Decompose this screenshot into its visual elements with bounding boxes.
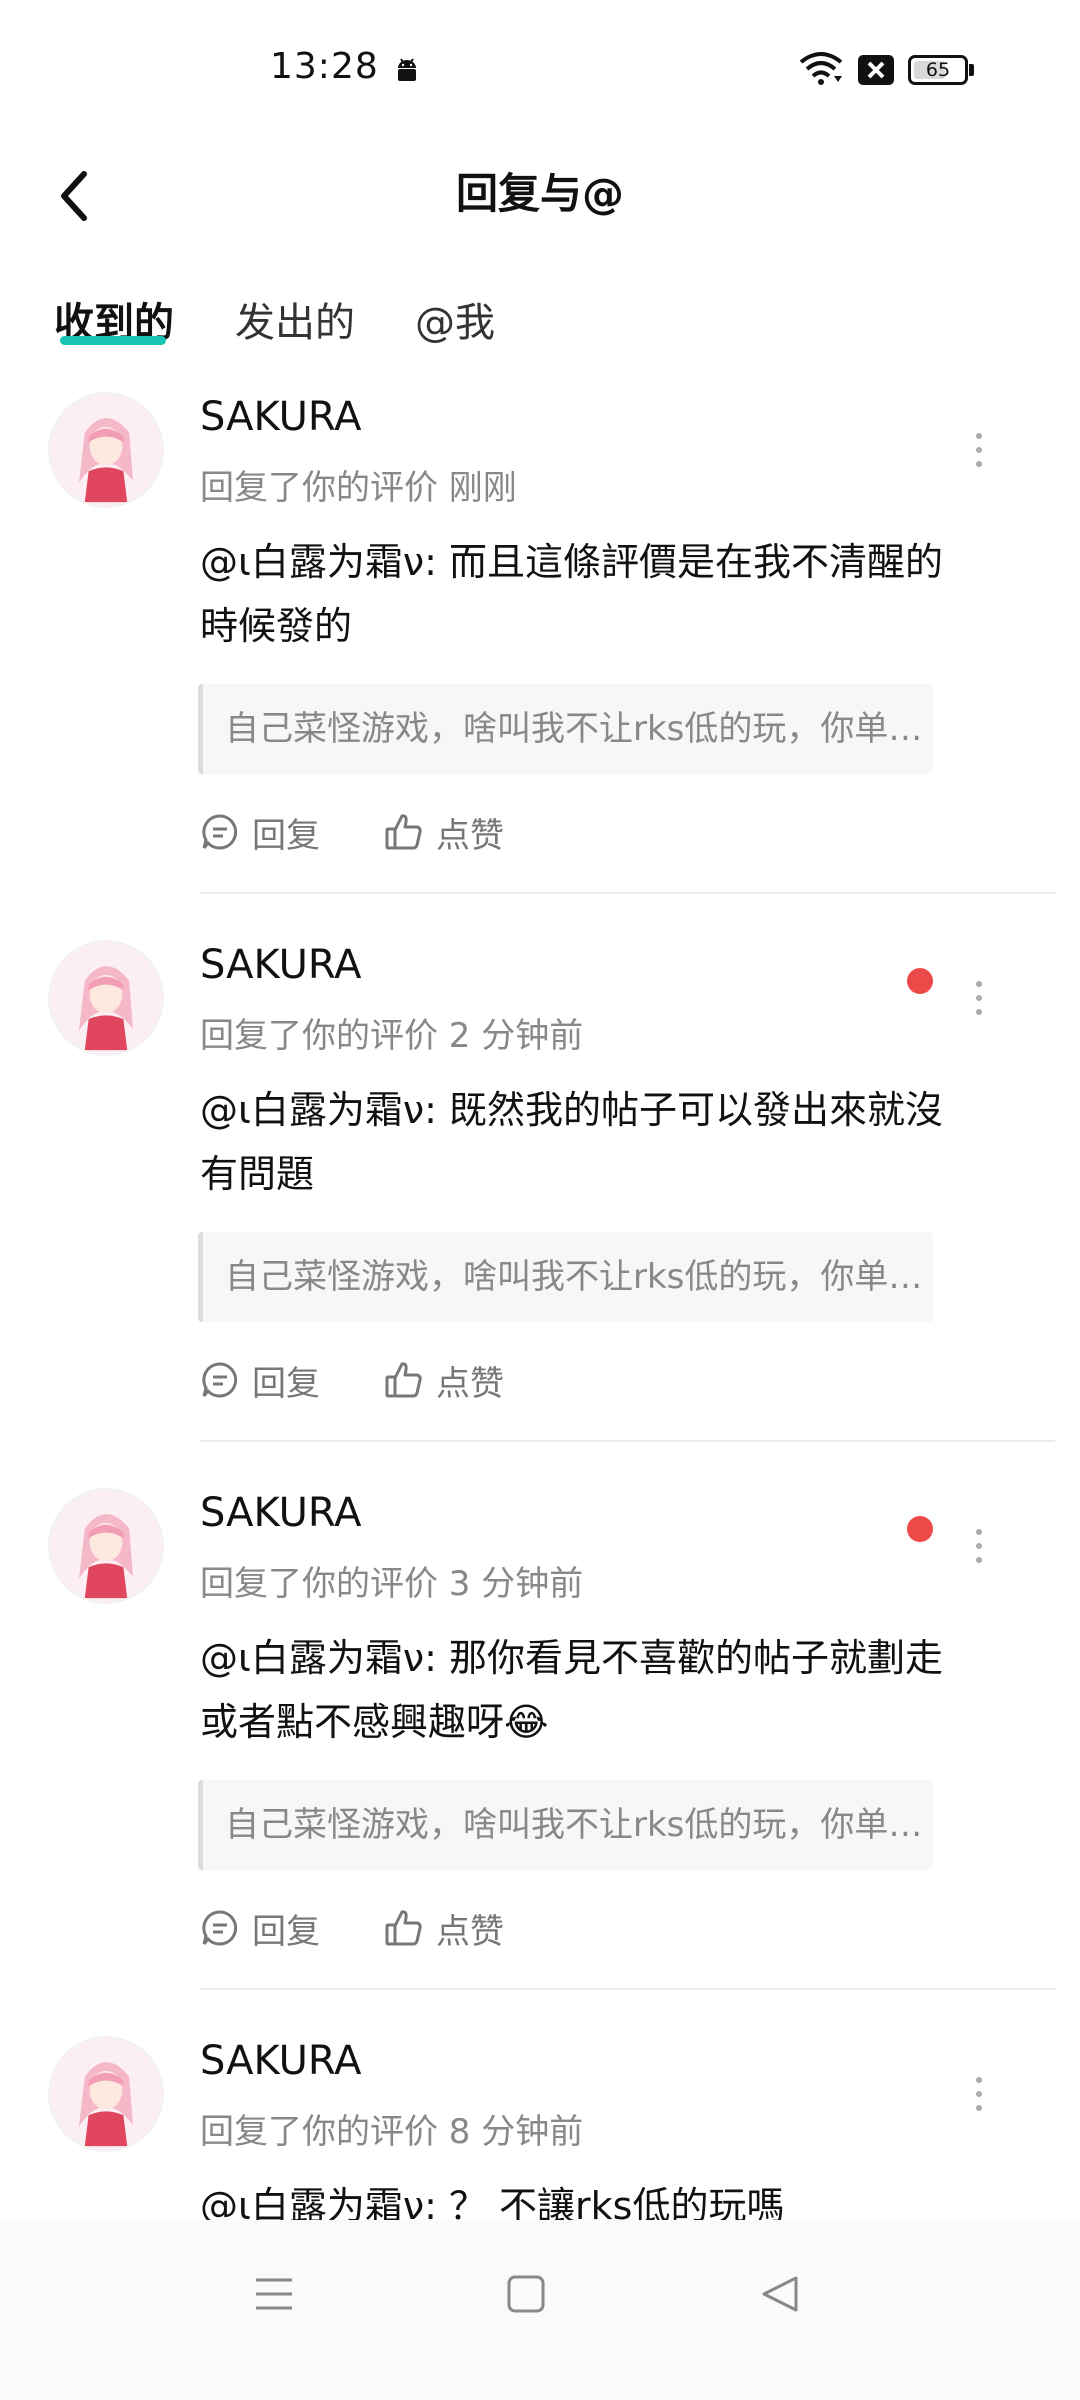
status-time: 13:28 xyxy=(270,46,379,87)
reply-content-line: 或者點不感興趣呀😂 xyxy=(200,1700,549,1744)
username[interactable]: SAKURA xyxy=(200,394,361,440)
reply-content: @ι白露为霜ν: 那你看見不喜歡的帖子就劃走 或者點不感興趣呀😂 xyxy=(200,1626,1000,1754)
action-row: 回复 点赞 xyxy=(200,802,800,862)
x-box-icon xyxy=(858,55,894,85)
back-triangle-icon[interactable] xyxy=(758,2272,802,2316)
list-item[interactable]: SAKURA 回复了你的评价 2 分钟前 @ι白露为霜ν: 既然我的帖子可以發出… xyxy=(0,920,1080,1468)
like-button[interactable]: 点赞 xyxy=(384,802,504,862)
quoted-review[interactable]: 自己菜怪游戏，啥叫我不让rks低的玩，你单… xyxy=(198,1232,933,1322)
action-row: 回复 点赞 xyxy=(200,1350,800,1410)
reply-label: 回复 xyxy=(252,815,320,856)
more-vertical-icon[interactable] xyxy=(967,2074,991,2114)
comment-icon xyxy=(202,814,238,850)
comment-icon xyxy=(202,1362,238,1398)
reply-content-line: @ι白露为霜ν: 既然我的帖子可以發出來就沒 xyxy=(200,1088,943,1132)
reply-content: @ι白露为霜ν: 而且這條評價是在我不清醒的 時候發的 xyxy=(200,530,1000,658)
reply-meta: 回复了你的评价 3 分钟前 xyxy=(200,1564,584,1604)
reply-button[interactable]: 回复 xyxy=(200,1898,320,1958)
avatar[interactable] xyxy=(48,2036,164,2152)
unread-dot xyxy=(907,968,933,994)
username[interactable]: SAKURA xyxy=(200,2038,361,2084)
thumbs-up-icon xyxy=(385,1362,422,1398)
thumbs-up-icon xyxy=(385,1910,422,1946)
avatar[interactable] xyxy=(48,392,164,508)
reply-label: 回复 xyxy=(252,1911,320,1952)
username[interactable]: SAKURA xyxy=(200,942,361,988)
reply-meta: 回复了你的评价 8 分钟前 xyxy=(200,2112,584,2152)
tab-sent[interactable]: 发出的 xyxy=(235,290,355,348)
like-button[interactable]: 点赞 xyxy=(384,1350,504,1410)
reply-content: @ι白露为霜ν: 既然我的帖子可以發出來就沒 有問題 xyxy=(200,1078,1000,1206)
more-vertical-icon[interactable] xyxy=(967,430,991,470)
comment-icon xyxy=(202,1910,238,1946)
reply-label: 回复 xyxy=(252,1363,320,1404)
menu-icon[interactable] xyxy=(252,2272,296,2316)
android-icon xyxy=(398,58,416,81)
wifi-icon xyxy=(799,52,843,85)
header: 回复与@ xyxy=(0,140,1080,270)
avatar[interactable] xyxy=(48,940,164,1056)
reply-meta: 回复了你的评价 2 分钟前 xyxy=(200,1016,584,1056)
username[interactable]: SAKURA xyxy=(200,1490,361,1536)
reply-content-line: 有問題 xyxy=(200,1152,315,1196)
reply-content-line: @ι白露为霜ν: 那你看見不喜歡的帖子就劃走 xyxy=(200,1636,943,1680)
divider xyxy=(200,1988,1055,1990)
home-square-icon[interactable] xyxy=(504,2272,548,2316)
avatar[interactable] xyxy=(48,1488,164,1604)
page-title: 回复与@ xyxy=(455,169,624,218)
quoted-review[interactable]: 自己菜怪游戏，啥叫我不让rks低的玩，你单… xyxy=(198,684,933,774)
divider xyxy=(200,892,1055,894)
reply-list: SAKURA 回复了你的评价 刚刚 @ι白露为霜ν: 而且這條評價是在我不清醒的… xyxy=(0,372,1080,2306)
reply-content-line: 時候發的 xyxy=(200,604,353,648)
divider xyxy=(200,1440,1055,1442)
action-row: 回复 点赞 xyxy=(200,1898,800,1958)
like-button[interactable]: 点赞 xyxy=(384,1898,504,1958)
system-nav-bar xyxy=(0,2220,1080,2400)
status-bar: 13:28 65 xyxy=(0,0,1080,140)
more-vertical-icon[interactable] xyxy=(967,1526,991,1566)
like-label: 点赞 xyxy=(436,1911,504,1952)
reply-content-line: @ι白露为霜ν: 而且這條評價是在我不清醒的 xyxy=(200,540,943,584)
list-item[interactable]: SAKURA 回复了你的评价 3 分钟前 @ι白露为霜ν: 那你看見不喜歡的帖子… xyxy=(0,1468,1080,2016)
battery-level: 65 xyxy=(925,59,951,81)
thumbs-up-icon xyxy=(385,814,422,850)
battery-icon: 65 xyxy=(908,55,974,85)
unread-dot xyxy=(907,1516,933,1542)
like-label: 点赞 xyxy=(436,1363,504,1404)
reply-meta: 回复了你的评价 刚刚 xyxy=(200,468,517,508)
tab-mentions[interactable]: @我 xyxy=(415,290,495,348)
reply-button[interactable]: 回复 xyxy=(200,1350,320,1410)
tab-active-indicator xyxy=(60,336,166,345)
more-vertical-icon[interactable] xyxy=(967,978,991,1018)
like-label: 点赞 xyxy=(436,815,504,856)
reply-button[interactable]: 回复 xyxy=(200,802,320,862)
list-item[interactable]: SAKURA 回复了你的评价 刚刚 @ι白露为霜ν: 而且這條評價是在我不清醒的… xyxy=(0,372,1080,920)
tab-bar: 收到的 发出的 @我 xyxy=(0,278,1080,358)
quoted-review[interactable]: 自己菜怪游戏，啥叫我不让rks低的玩，你单… xyxy=(198,1780,933,1870)
